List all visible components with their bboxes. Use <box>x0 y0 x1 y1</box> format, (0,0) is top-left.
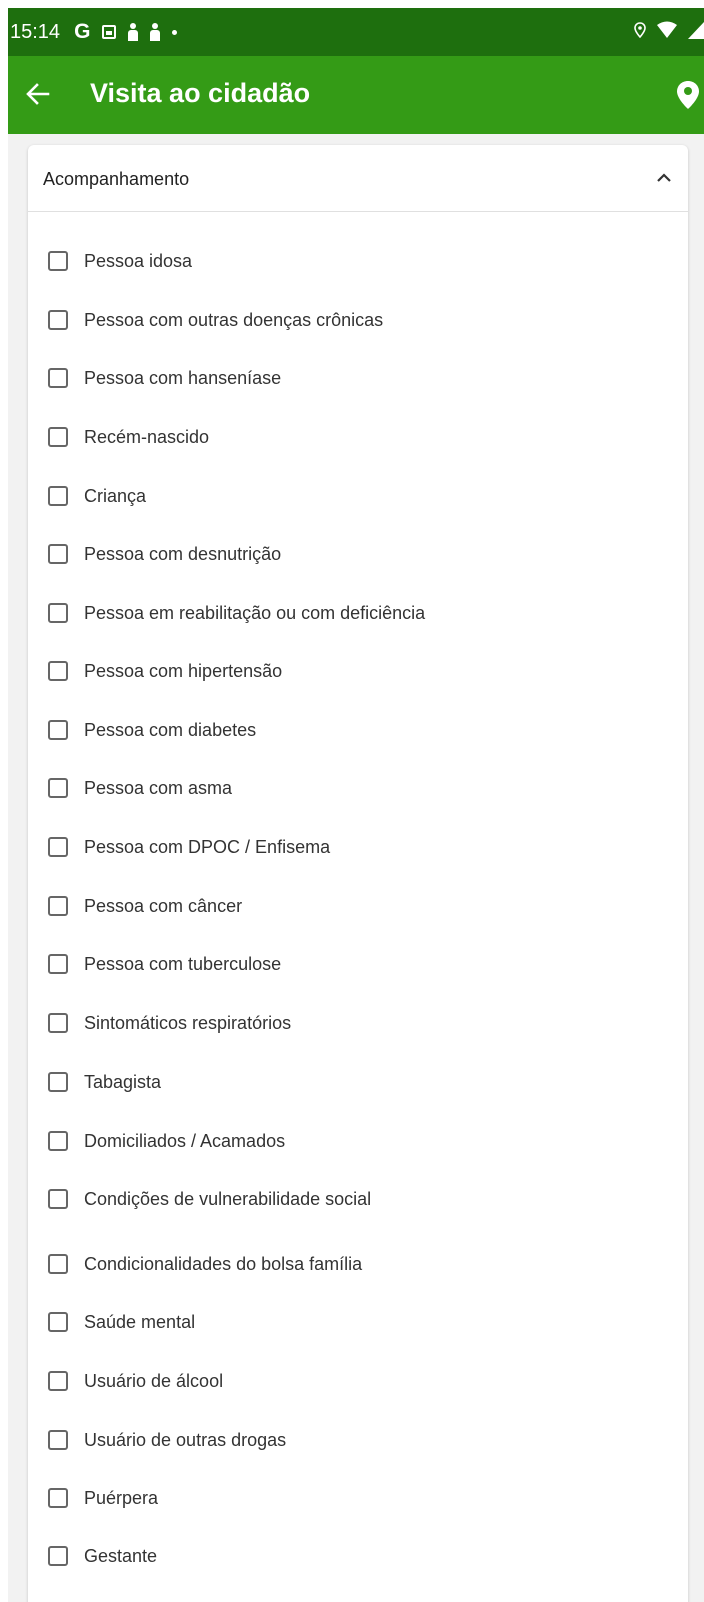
checkbox-option[interactable]: Pessoa com diabetes <box>48 710 668 750</box>
person-notification-icon <box>150 23 161 41</box>
checkbox-option[interactable]: Criança <box>48 476 668 516</box>
checkbox[interactable] <box>48 427 68 447</box>
system-icons <box>634 8 704 56</box>
app-screen: 15:14 G Visita ao cidadão Acompanhamento… <box>8 8 704 1602</box>
checkbox[interactable] <box>48 1312 68 1332</box>
checkbox[interactable] <box>48 778 68 798</box>
checkbox-option[interactable]: Pessoa com hipertensão <box>48 651 668 691</box>
status-time: 15:14 <box>10 20 61 43</box>
back-arrow-icon[interactable] <box>24 80 52 108</box>
person-notification-icon <box>128 23 139 41</box>
checkbox[interactable] <box>48 368 68 388</box>
checkbox-label: Gestante <box>84 1545 158 1566</box>
checkbox[interactable] <box>48 954 68 974</box>
checkbox-option[interactable]: Usuário de álcool <box>48 1361 668 1401</box>
checkbox[interactable] <box>48 1131 68 1151</box>
checkbox-label: Pessoa com câncer <box>84 895 243 916</box>
checkbox-option[interactable]: Pessoa com asma <box>48 768 668 808</box>
status-bar: 15:14 G <box>8 8 704 56</box>
checkbox[interactable] <box>48 1013 68 1033</box>
checkbox-option[interactable]: Puérpera <box>48 1478 668 1518</box>
checkbox[interactable] <box>48 1488 68 1508</box>
checkbox-label: Pessoa com hanseníase <box>84 367 282 388</box>
checkbox[interactable] <box>48 603 68 623</box>
checkbox-label: Pessoa com desnutrição <box>84 543 282 564</box>
checkbox[interactable] <box>48 1254 68 1274</box>
checkbox-label: Tabagista <box>84 1071 162 1092</box>
checkbox[interactable] <box>48 720 68 740</box>
checkbox-label: Saúde mental <box>84 1311 196 1332</box>
checkbox-option[interactable]: Pessoa com outras doenças crônicas <box>48 300 668 340</box>
checkbox-option[interactable]: Condicionalidades do bolsa família <box>48 1244 668 1284</box>
page-title: Visita ao cidadão <box>90 78 311 108</box>
signal-icon <box>688 21 704 44</box>
checkbox-option[interactable]: Saúde mental <box>48 1302 668 1342</box>
checkbox-label: Pessoa com hipertensão <box>84 660 283 681</box>
checkbox-label: Usuário de outras drogas <box>84 1429 287 1450</box>
checkbox-option[interactable]: Pessoa idosa <box>48 241 668 281</box>
checkbox-label: Criança <box>84 485 147 506</box>
wifi-icon <box>656 21 678 44</box>
checkbox-option[interactable]: Pessoa com desnutrição <box>48 534 668 574</box>
checkbox-label: Pessoa com diabetes <box>84 719 257 740</box>
checkbox[interactable] <box>48 1546 68 1566</box>
checkbox-option[interactable]: Pessoa com câncer <box>48 886 668 926</box>
checkbox[interactable] <box>48 310 68 330</box>
checkbox[interactable] <box>48 1371 68 1391</box>
checkbox-option[interactable]: Sintomáticos respiratórios <box>48 1003 668 1043</box>
checkbox[interactable] <box>48 486 68 506</box>
checkbox[interactable] <box>48 661 68 681</box>
checkbox-option[interactable]: Pessoa com DPOC / Enfisema <box>48 827 668 867</box>
google-icon: G <box>74 20 91 43</box>
location-icon <box>634 21 646 43</box>
checkbox-label: Pessoa com tuberculose <box>84 953 282 974</box>
checkbox-label: Pessoa com DPOC / Enfisema <box>84 836 331 857</box>
checkbox-label: Domiciliados / Acamados <box>84 1130 286 1151</box>
checkbox-option[interactable]: Pessoa com hanseníase <box>48 358 668 398</box>
checkbox-option[interactable]: Condições de vulnerabilidade social <box>48 1179 668 1219</box>
checkbox[interactable] <box>48 1189 68 1209</box>
checkbox-option[interactable]: Usuário de outras drogas <box>48 1420 668 1460</box>
section-header[interactable]: Acompanhamento <box>28 145 688 212</box>
app-bar: Visita ao cidadão <box>8 56 704 134</box>
checkbox-label: Sintomáticos respiratórios <box>84 1012 292 1033</box>
checkbox-label: Usuário de álcool <box>84 1370 224 1391</box>
checkbox-option[interactable]: Pessoa em reabilitação ou com deficiênci… <box>48 593 668 633</box>
chevron-up-icon[interactable] <box>654 168 674 188</box>
checkbox-label: Pessoa em reabilitação ou com deficiênci… <box>84 602 426 623</box>
checkbox-label: Puérpera <box>84 1487 159 1508</box>
checkbox-option[interactable]: Domiciliados / Acamados <box>48 1121 668 1161</box>
checkbox[interactable] <box>48 896 68 916</box>
section-title: Acompanhamento <box>43 169 190 189</box>
checkbox-label: Pessoa com outras doenças crônicas <box>84 309 384 330</box>
checkbox-option[interactable]: Recém-nascido <box>48 417 668 457</box>
checkbox[interactable] <box>48 1430 68 1450</box>
checkbox-label: Condições de vulnerabilidade social <box>84 1188 372 1209</box>
checkbox-label: Recém-nascido <box>84 426 210 447</box>
checkbox[interactable] <box>48 1072 68 1092</box>
map-pin-icon[interactable] <box>676 80 700 110</box>
acompanhamento-card: Acompanhamento Pessoa idosa Pessoa com ou… <box>28 145 688 1602</box>
notification-icons: G <box>74 20 178 44</box>
image-notification-icon <box>102 25 117 39</box>
checkbox[interactable] <box>48 251 68 271</box>
checkbox-option[interactable]: Gestante <box>48 1536 668 1576</box>
checkbox-label: Condicionalidades do bolsa família <box>84 1253 363 1274</box>
checkbox[interactable] <box>48 837 68 857</box>
dot-icon <box>172 29 178 35</box>
checkbox-option[interactable]: Pessoa com tuberculose <box>48 944 668 984</box>
checkbox-label: Pessoa idosa <box>84 250 193 271</box>
checkbox-label: Pessoa com asma <box>84 777 233 798</box>
checkbox-option[interactable]: Tabagista <box>48 1062 668 1102</box>
checkbox[interactable] <box>48 544 68 564</box>
